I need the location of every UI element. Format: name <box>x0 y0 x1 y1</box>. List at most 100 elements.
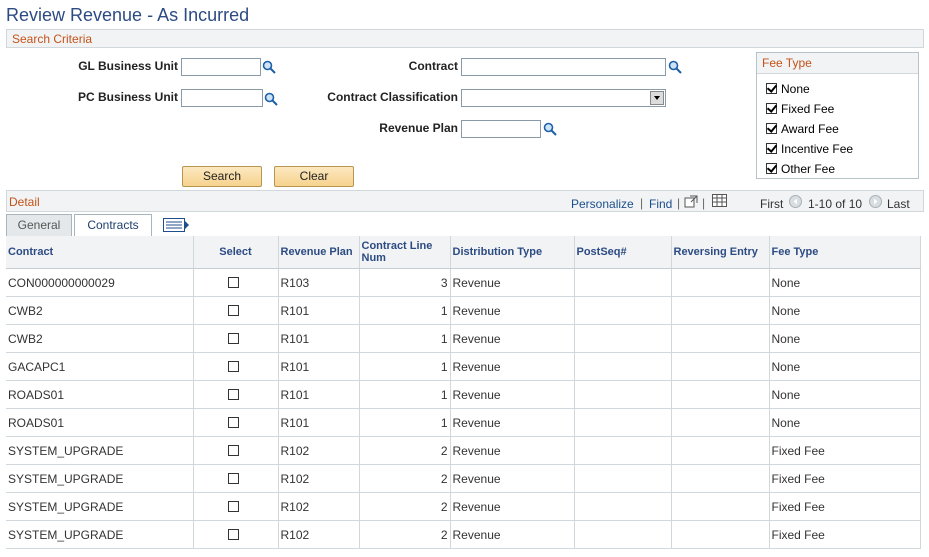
table-row: CWB2 R101 1 Revenue None <box>6 296 921 325</box>
cell-line-num: 2 <box>359 464 451 493</box>
cell-line-num: 2 <box>359 436 451 465</box>
contract-classification-select[interactable] <box>461 89 666 107</box>
search-criteria-header: Search Criteria <box>6 29 924 48</box>
show-all-columns-icon[interactable] <box>163 218 189 232</box>
view-all-icon[interactable] <box>684 195 698 208</box>
cell-revenue-plan: R103 <box>278 268 360 297</box>
cell-select[interactable] <box>193 352 279 381</box>
column-header-line-num[interactable]: Contract Line Num <box>359 236 451 269</box>
cell-fee-type: Fixed Fee <box>769 436 921 465</box>
download-grid-icon[interactable] <box>712 194 727 207</box>
cell-distribution-type: Revenue <box>450 352 575 381</box>
pc-business-unit-lookup-icon[interactable] <box>264 92 278 106</box>
cell-postseq <box>574 352 672 381</box>
tab-general[interactable]: General <box>6 214 72 236</box>
pc-business-unit-input[interactable] <box>181 89 263 107</box>
cell-revenue-plan: R102 <box>278 520 360 549</box>
checkbox-checked-icon[interactable] <box>766 83 777 94</box>
cell-revenue-plan: R102 <box>278 464 360 493</box>
column-header-reversing-entry[interactable]: Reversing Entry <box>671 236 770 269</box>
contract-input[interactable] <box>461 58 666 76</box>
cell-contract: SYSTEM_UPGRADE <box>6 436 194 465</box>
tab-contracts[interactable]: Contracts <box>74 214 152 236</box>
fee-type-award-fee[interactable]: Award Fee <box>766 122 839 136</box>
checkbox-icon[interactable] <box>228 472 239 484</box>
checkbox-checked-icon[interactable] <box>766 103 777 114</box>
checkbox-checked-icon[interactable] <box>766 123 777 134</box>
checkbox-icon[interactable] <box>228 360 239 372</box>
table-row: SYSTEM_UPGRADE R102 2 Revenue Fixed Fee <box>6 464 921 493</box>
cell-reversing-entry <box>671 324 770 353</box>
fee-type-title: Fee Type <box>762 56 812 70</box>
last-label: Last <box>887 197 910 211</box>
cell-contract: SYSTEM_UPGRADE <box>6 492 194 521</box>
cell-revenue-plan: R101 <box>278 324 360 353</box>
cell-select[interactable] <box>193 380 279 409</box>
column-header-select[interactable]: Select <box>193 236 279 269</box>
cell-reversing-entry <box>671 296 770 325</box>
cell-line-num: 1 <box>359 380 451 409</box>
revenue-plan-input[interactable] <box>461 120 541 138</box>
cell-revenue-plan: R102 <box>278 436 360 465</box>
detail-title: Detail <box>9 195 40 209</box>
checkbox-checked-icon[interactable] <box>766 143 777 154</box>
cell-fee-type: Fixed Fee <box>769 492 921 521</box>
search-button[interactable]: Search <box>182 166 262 187</box>
previous-arrow-icon[interactable] <box>789 195 802 208</box>
checkbox-icon[interactable] <box>228 332 239 344</box>
column-header-postseq[interactable]: PostSeq# <box>574 236 672 269</box>
cell-select[interactable] <box>193 268 279 297</box>
checkbox-icon[interactable] <box>228 528 239 540</box>
checkbox-checked-icon[interactable] <box>766 163 777 174</box>
cell-contract: CON000000000029 <box>6 268 194 297</box>
fee-type-other-fee[interactable]: Other Fee <box>766 162 835 176</box>
cell-distribution-type: Revenue <box>450 296 575 325</box>
contract-label: Contract <box>408 59 458 73</box>
cell-reversing-entry <box>671 408 770 437</box>
separator: | <box>640 196 644 210</box>
gl-business-unit-input[interactable] <box>181 58 261 76</box>
cell-line-num: 2 <box>359 492 451 521</box>
column-header-revenue-plan[interactable]: Revenue Plan <box>278 236 360 269</box>
cell-postseq <box>574 296 672 325</box>
cell-contract: CWB2 <box>6 324 194 353</box>
fee-type-fixed-fee[interactable]: Fixed Fee <box>766 102 834 116</box>
search-criteria-title: Search Criteria <box>12 32 93 46</box>
gl-business-unit-lookup-icon[interactable] <box>262 60 276 74</box>
column-header-contract[interactable]: Contract <box>6 236 194 269</box>
find-link[interactable]: Find <box>649 197 672 211</box>
checkbox-icon[interactable] <box>228 304 239 316</box>
cell-select[interactable] <box>193 492 279 521</box>
gl-business-unit-label: GL Business Unit <box>78 59 178 73</box>
cell-revenue-plan: R101 <box>278 296 360 325</box>
column-header-fee-type[interactable]: Fee Type <box>769 236 921 269</box>
cell-select[interactable] <box>193 464 279 493</box>
clear-button[interactable]: Clear <box>274 166 354 187</box>
pc-business-unit-label: PC Business Unit <box>77 90 178 104</box>
cell-select[interactable] <box>193 296 279 325</box>
checkbox-icon[interactable] <box>228 388 239 400</box>
cell-reversing-entry <box>671 520 770 549</box>
cell-select[interactable] <box>193 520 279 549</box>
personalize-link[interactable]: Personalize <box>571 197 634 211</box>
cell-select[interactable] <box>193 324 279 353</box>
cell-postseq <box>574 464 672 493</box>
cell-select[interactable] <box>193 408 279 437</box>
checkbox-icon[interactable] <box>228 500 239 512</box>
cell-postseq <box>574 324 672 353</box>
revenue-plan-lookup-icon[interactable] <box>543 122 557 136</box>
fee-type-none[interactable]: None <box>766 82 810 96</box>
fee-type-incentive-fee[interactable]: Incentive Fee <box>766 142 853 156</box>
chevron-down-icon[interactable] <box>650 91 664 105</box>
checkbox-icon[interactable] <box>228 276 239 288</box>
checkbox-icon[interactable] <box>228 416 239 428</box>
column-header-distribution-type[interactable]: Distribution Type <box>450 236 575 269</box>
cell-select[interactable] <box>193 436 279 465</box>
cell-distribution-type: Revenue <box>450 408 575 437</box>
fee-type-group: Fee Type None Fixed Fee Award Fee Incent… <box>756 52 919 179</box>
cell-fee-type: None <box>769 408 921 437</box>
contract-lookup-icon[interactable] <box>668 60 682 74</box>
revenue-plan-label: Revenue Plan <box>379 121 458 135</box>
checkbox-icon[interactable] <box>228 444 239 456</box>
next-arrow-icon[interactable] <box>869 195 882 208</box>
